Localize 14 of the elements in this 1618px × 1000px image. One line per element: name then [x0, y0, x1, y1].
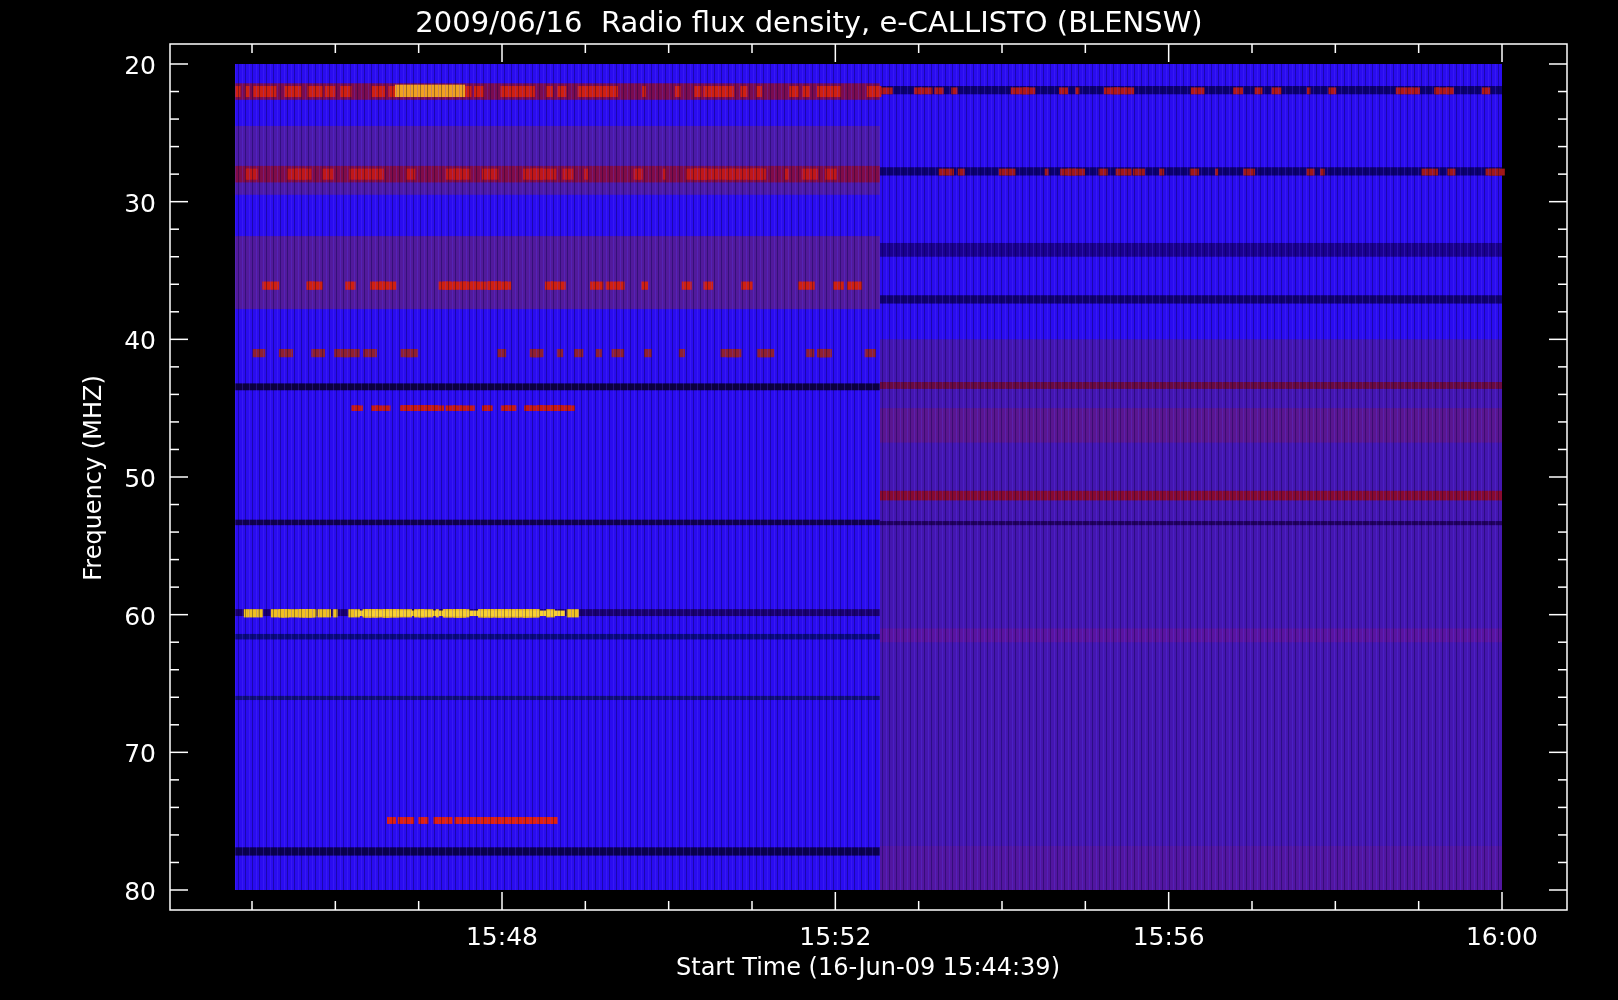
- y-tick-label: 70: [124, 739, 156, 769]
- x-axis-label: Start Time (16-Jun-09 15:44:39): [676, 953, 1060, 981]
- y-tick-label: 50: [124, 464, 156, 493]
- chart-title: 2009/06/16 Radio flux density, e-CALLISTO (BLENSW): [415, 5, 1203, 39]
- y-tick-label: 80: [124, 877, 156, 906]
- x-tick-label: 15:48: [466, 922, 538, 951]
- y-tick-label: 40: [124, 326, 156, 356]
- x-tick-label: 16:00: [1466, 922, 1538, 951]
- y-tick-label: 30: [124, 188, 156, 218]
- x-tick-label: 15:56: [1132, 922, 1205, 951]
- y-axis-label: Frequency (MHZ): [79, 375, 107, 581]
- y-tick-label: 20: [124, 51, 156, 80]
- x-tick-label: 15:52: [799, 922, 872, 951]
- y-tick-label: 60: [124, 601, 156, 631]
